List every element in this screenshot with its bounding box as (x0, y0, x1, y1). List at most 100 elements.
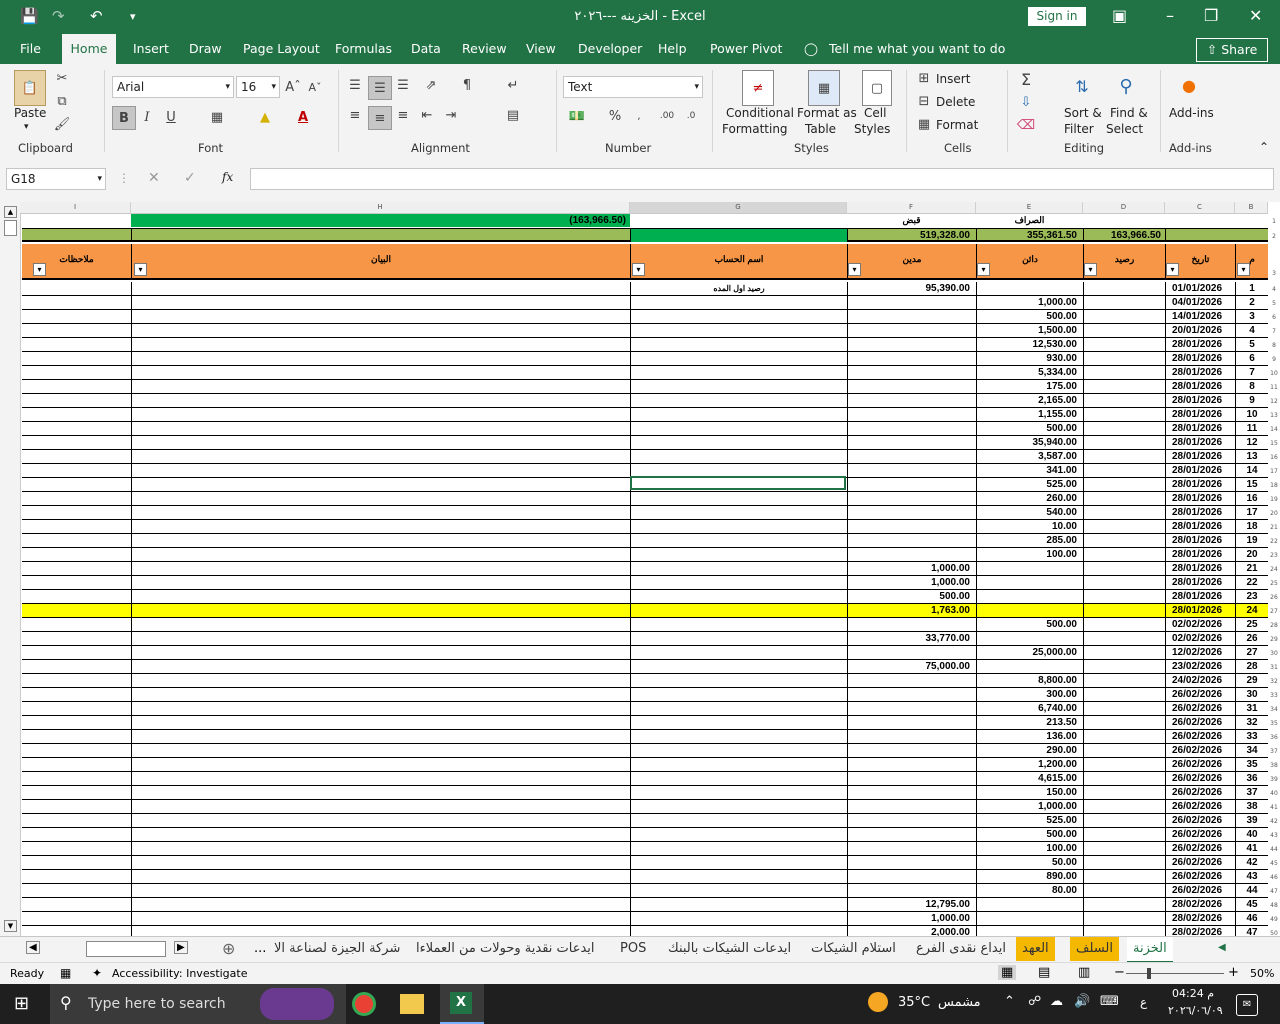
row-number-label[interactable]: 47 (1268, 888, 1280, 895)
cell-notes[interactable] (22, 758, 131, 771)
cell-credit[interactable] (976, 912, 1083, 925)
cell-number[interactable]: 19 (1235, 534, 1268, 547)
cell-credit[interactable] (976, 576, 1083, 589)
row-number-label[interactable]: 23 (1268, 552, 1280, 559)
cell-credit[interactable]: 300.00 (976, 688, 1083, 701)
cell-notes[interactable] (22, 912, 131, 925)
cell-debit[interactable] (847, 534, 976, 547)
cell-number[interactable]: 25 (1235, 618, 1268, 631)
cell-balance[interactable] (1083, 450, 1165, 463)
row-number-label[interactable]: 41 (1268, 804, 1280, 811)
cell-number[interactable]: 43 (1235, 870, 1268, 883)
cell-balance[interactable] (1083, 576, 1165, 589)
keyboard-icon[interactable]: ⌨ (1100, 994, 1119, 1009)
cell-balance[interactable] (1083, 562, 1165, 575)
page-break-view-icon[interactable]: ▥ (1078, 965, 1090, 980)
cell-debit[interactable] (847, 758, 976, 771)
cell-credit[interactable] (976, 660, 1083, 673)
onedrive-icon[interactable]: ☁ (1050, 994, 1063, 1009)
cell-date[interactable]: 28/01/2026 (1165, 520, 1235, 533)
cut-icon[interactable]: ✂ (54, 70, 70, 86)
cell-debit[interactable] (847, 296, 976, 309)
select-label[interactable]: Select (1106, 122, 1143, 136)
input-language[interactable]: ع (1140, 995, 1147, 1009)
cell-number[interactable]: 8 (1235, 380, 1268, 393)
cell-statement[interactable] (131, 814, 630, 827)
cell-debit[interactable] (847, 772, 976, 785)
cell-date[interactable]: 28/01/2026 (1165, 506, 1235, 519)
cell-statement[interactable] (131, 870, 630, 883)
cell-date[interactable]: 23/02/2026 (1165, 660, 1235, 673)
cell-credit[interactable]: 213.50 (976, 716, 1083, 729)
cell-balance[interactable] (1083, 674, 1165, 687)
cell-statement[interactable] (131, 618, 630, 631)
increase-decimal-icon[interactable]: .00 (656, 106, 678, 126)
cell-notes[interactable] (22, 408, 131, 421)
copy-icon[interactable]: ⧉ (54, 93, 70, 109)
chrome-icon[interactable] (352, 992, 376, 1016)
cell-account[interactable] (630, 632, 847, 645)
cell-statement[interactable] (131, 478, 630, 491)
cell-notes[interactable] (22, 394, 131, 407)
cell-statement[interactable] (131, 926, 630, 936)
tab-custody[interactable]: العهد (1016, 937, 1055, 961)
cell-debit[interactable] (847, 618, 976, 631)
tab-giza-company[interactable]: شركة الجيزة لصناعة الا (268, 937, 408, 961)
cell-credit[interactable] (976, 562, 1083, 575)
cell-debit[interactable] (847, 380, 976, 393)
filter-dropdown-button[interactable]: ▾ (1237, 263, 1250, 276)
cell-number[interactable]: 2 (1235, 296, 1268, 309)
cell-number[interactable]: 16 (1235, 492, 1268, 505)
cell-notes[interactable] (22, 310, 131, 323)
cell-date[interactable]: 26/02/2026 (1165, 884, 1235, 897)
cell-statement[interactable] (131, 828, 630, 841)
cell-notes[interactable] (22, 436, 131, 449)
cell-debit[interactable] (847, 744, 976, 757)
cell-debit[interactable]: 1,000.00 (847, 912, 976, 925)
cell-credit[interactable]: 8,800.00 (976, 674, 1083, 687)
cell-notes[interactable] (22, 632, 131, 645)
cell-balance[interactable] (1083, 506, 1165, 519)
cell-statement[interactable] (131, 646, 630, 659)
cell-debit[interactable] (847, 702, 976, 715)
cell-balance[interactable] (1083, 646, 1165, 659)
cell-date[interactable]: 26/02/2026 (1165, 786, 1235, 799)
format-painter-icon[interactable]: 🖌 (54, 116, 71, 132)
cell-debit[interactable] (847, 436, 976, 449)
cell-credit[interactable]: 4,615.00 (976, 772, 1083, 785)
cell-balance[interactable] (1083, 394, 1165, 407)
cell-statement[interactable] (131, 296, 630, 309)
menu-page-layout[interactable]: Page Layout (243, 41, 320, 56)
align-center-icon[interactable]: ≡ (368, 106, 392, 130)
row-number-label[interactable]: 31 (1268, 664, 1280, 671)
cell-statement[interactable] (131, 534, 630, 547)
cell-debit[interactable] (847, 842, 976, 855)
row-number-label[interactable]: 24 (1268, 566, 1280, 573)
vertical-scrollbar[interactable]: ▲ ▼ (0, 202, 21, 936)
cell-notes[interactable] (22, 324, 131, 337)
row-number-label[interactable]: 15 (1268, 440, 1280, 447)
macro-record-icon[interactable]: ▦ (60, 966, 71, 980)
cell-notes[interactable] (22, 646, 131, 659)
cell-statement[interactable] (131, 758, 630, 771)
row-number-label[interactable]: 34 (1268, 706, 1280, 713)
wrap-text-icon[interactable]: ↵ (502, 76, 524, 94)
menu-data[interactable]: Data (411, 41, 441, 56)
borders-icon[interactable]: ▦ (206, 106, 228, 128)
cell-credit[interactable]: 285.00 (976, 534, 1083, 547)
selected-cell-g18[interactable] (630, 476, 846, 490)
cell-statement[interactable] (131, 744, 630, 757)
cell-debit[interactable] (847, 884, 976, 897)
horizontal-scrollbar[interactable] (86, 941, 166, 957)
row-number-label[interactable]: 2 (1268, 233, 1280, 240)
cell-account[interactable] (630, 506, 847, 519)
cell-account[interactable] (630, 870, 847, 883)
cell-balance[interactable] (1083, 716, 1165, 729)
cell-label[interactable]: Cell (864, 106, 886, 120)
cell-account[interactable] (630, 562, 847, 575)
cell-statement[interactable] (131, 898, 630, 911)
cell-notes[interactable] (22, 898, 131, 911)
row-number-label[interactable]: 25 (1268, 580, 1280, 587)
cell-statement[interactable] (131, 394, 630, 407)
cell-balance[interactable] (1083, 912, 1165, 925)
